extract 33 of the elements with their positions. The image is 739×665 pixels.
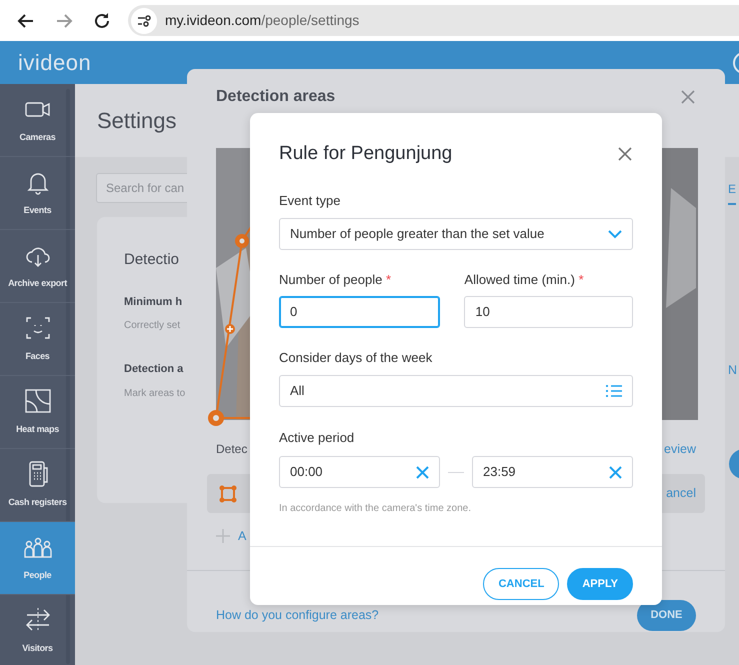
clear-icon[interactable] [609, 466, 622, 478]
polygon-icon [219, 484, 237, 502]
field-label: Consider days of the week [279, 349, 434, 367]
dialog-title: Rule for Pengunjung [279, 142, 452, 166]
section-label: Detec [216, 441, 248, 458]
app-logo[interactable]: ivideon [0, 46, 92, 79]
event-type-select[interactable]: Number of people greater than the set value [279, 218, 633, 250]
card-title: Detectio [124, 250, 180, 270]
sidebar-item[interactable]: People [0, 522, 75, 595]
reload-icon[interactable] [92, 10, 112, 30]
start-time-field[interactable]: 00:00 [279, 456, 440, 488]
address-bar[interactable]: my.ivideon.com/people/settings [128, 5, 739, 36]
heat-map-icon [24, 387, 52, 416]
url-text[interactable]: my.ivideon.com/people/settings [165, 8, 360, 32]
hint-text: In accordance with the camera's time zone. [279, 502, 472, 516]
section-hint: Mark areas to [124, 386, 186, 400]
field-label: Active period [279, 428, 356, 447]
close-icon[interactable] [617, 146, 633, 162]
section-title: Detection a [124, 362, 184, 377]
section-hint: Correctly set [124, 319, 182, 333]
end-time-field[interactable]: 23:59 [472, 456, 633, 488]
field-label: Event type [279, 192, 342, 210]
page-title: Settings [97, 107, 176, 135]
clear-icon[interactable] [416, 466, 429, 478]
section-title: Minimum h [124, 294, 184, 310]
number-field[interactable]: 0 [279, 296, 440, 328]
close-icon[interactable] [680, 89, 696, 105]
field-label: Number of people * [279, 270, 392, 289]
list-icon[interactable] [606, 384, 622, 398]
field-label: Allowed time (min.) * [464, 270, 585, 289]
time-field[interactable]: 10 [464, 296, 633, 328]
days-select[interactable]: All [279, 374, 633, 406]
modal-title: Detection areas [216, 87, 336, 107]
